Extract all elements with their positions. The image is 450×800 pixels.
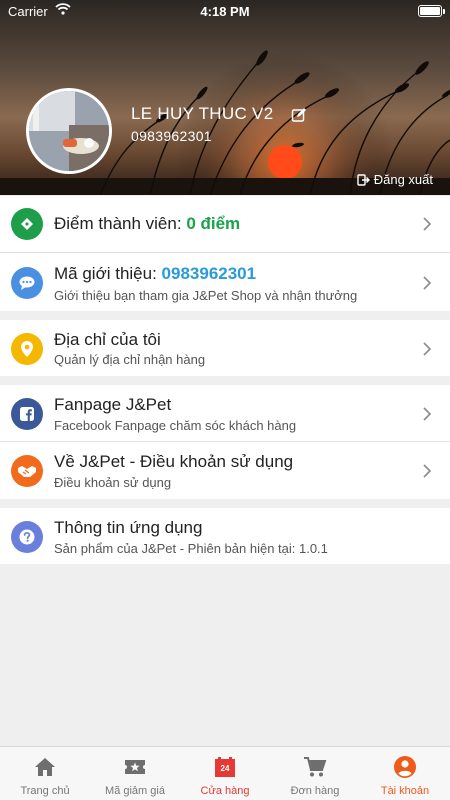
status-bar: Carrier 4:18 PM: [0, 0, 450, 22]
address-row[interactable]: Địa chỉ của tôi Quản lý địa chỉ nhận hàn…: [0, 320, 450, 376]
logout-button[interactable]: Đăng xuất: [357, 172, 433, 187]
tab-store[interactable]: 24 Cửa hàng: [180, 747, 270, 800]
svg-text:24: 24: [221, 764, 230, 773]
about-title: Về J&Pet - Điều khoản sử dụng: [54, 452, 294, 471]
referral-code: 0983962301: [161, 264, 257, 283]
question-icon: [11, 521, 43, 553]
status-time: 4:18 PM: [200, 4, 250, 19]
profile-header: Carrier 4:18 PM LE HUY THUC V2 098396230…: [0, 0, 450, 195]
address-title: Địa chỉ của tôi: [54, 330, 161, 349]
facebook-icon: [11, 398, 43, 430]
chevron-right-icon: [423, 407, 432, 421]
tab-account[interactable]: Tài khoản: [360, 747, 450, 800]
edit-icon[interactable]: [291, 107, 307, 123]
member-points-row[interactable]: Điểm thành viên: 0 điểm: [0, 196, 450, 252]
app-info-row[interactable]: Thông tin ứng dụng Sản phẩm của J&Pet - …: [0, 508, 450, 564]
tab-label: Tài khoản: [380, 785, 430, 797]
fanpage-title: Fanpage J&Pet: [54, 395, 172, 414]
location-pin-icon: [11, 333, 43, 365]
tab-label: Mã giảm giá: [105, 785, 165, 797]
home-icon: [35, 758, 55, 776]
user-name: LE HUY THUC V2: [131, 104, 274, 123]
tab-orders[interactable]: Đơn hàng: [270, 747, 360, 800]
chevron-right-icon: [423, 342, 432, 356]
referral-label: Mã giới thiệu:: [54, 264, 157, 283]
cart-icon: [304, 757, 327, 777]
tab-bar: Trang chủ Mã giảm giá 24 Cửa hàng Đơn hà…: [0, 746, 450, 800]
tab-label: Cửa hàng: [200, 785, 250, 797]
chat-icon: [11, 267, 43, 299]
logout-label: Đăng xuất: [373, 172, 433, 187]
ticket-star-icon: [125, 760, 145, 774]
about-subtitle: Điều khoản sử dụng: [54, 475, 172, 490]
ticket-icon: [11, 208, 43, 240]
about-terms-row[interactable]: Về J&Pet - Điều khoản sử dụng Điều khoản…: [0, 442, 450, 499]
chevron-right-icon: [423, 464, 432, 478]
fanpage-row[interactable]: Fanpage J&Pet Facebook Fanpage chăm sóc …: [0, 385, 450, 441]
chevron-right-icon: [423, 276, 432, 290]
avatar-photo: [29, 91, 109, 171]
app-info-subtitle: Sản phẩm của J&Pet - Phiên bản hiện tại:…: [54, 541, 328, 556]
user-phone: 0983962301: [131, 128, 212, 144]
battery-icon: [418, 5, 445, 17]
points-value: 0 điểm: [186, 214, 241, 233]
account-icon: [394, 756, 416, 778]
chevron-right-icon: [423, 217, 432, 231]
referral-subtitle: Giới thiệu bạn tham gia J&Pet Shop và nh…: [54, 288, 358, 303]
app-info-title: Thông tin ứng dụng: [54, 518, 203, 537]
tab-label: Trang chủ: [20, 785, 70, 797]
tab-coupons[interactable]: Mã giảm giá: [90, 747, 180, 800]
logout-icon: [357, 173, 370, 186]
store-24-icon: 24: [215, 757, 235, 777]
address-subtitle: Quản lý địa chỉ nhận hàng: [54, 352, 206, 367]
points-label: Điểm thành viên:: [54, 214, 182, 233]
fanpage-subtitle: Facebook Fanpage chăm sóc khách hàng: [54, 418, 297, 433]
tab-label: Đơn hàng: [290, 785, 340, 797]
tab-home[interactable]: Trang chủ: [0, 747, 90, 800]
avatar[interactable]: [26, 88, 112, 174]
handshake-icon: [11, 455, 43, 487]
referral-row[interactable]: Mã giới thiệu: 0983962301 Giới thiệu bạn…: [0, 253, 450, 311]
